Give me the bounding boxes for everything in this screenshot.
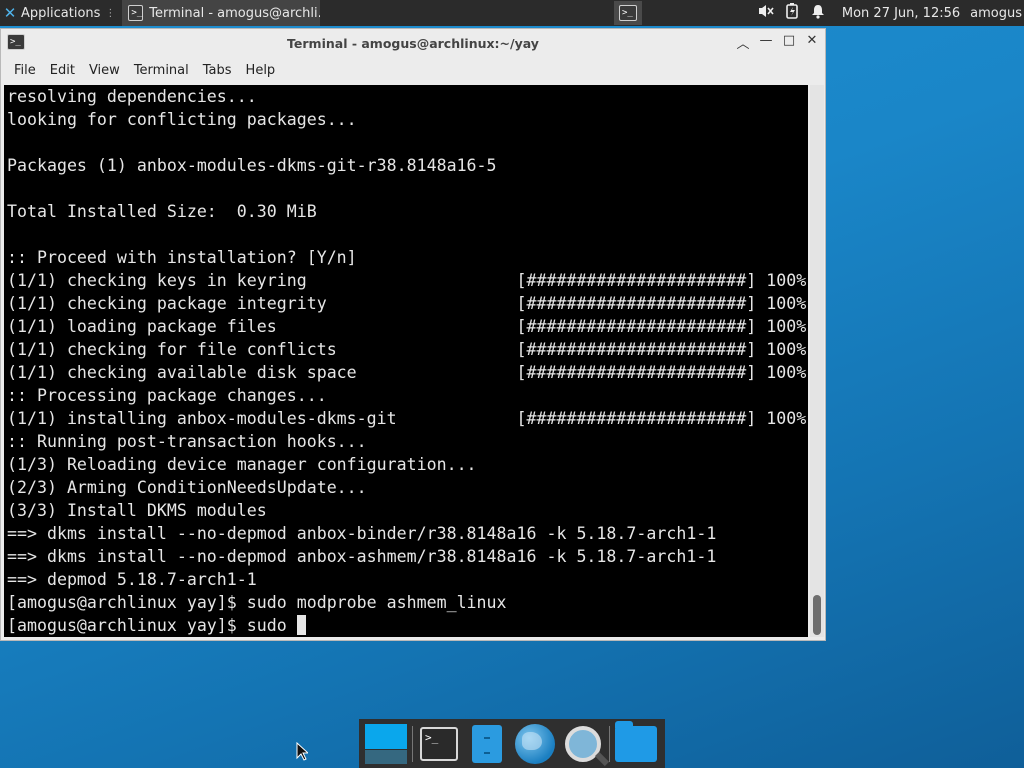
- terminal-icon: >_: [128, 5, 144, 21]
- dock-home-folder[interactable]: [612, 720, 660, 767]
- vertical-scrollbar[interactable]: [810, 85, 824, 637]
- close-button[interactable]: ✕: [805, 33, 819, 52]
- terminal-line: looking for conflicting packages...: [7, 110, 357, 129]
- terminal-prompt-text: [amogus@archlinux yay]$ sudo: [7, 616, 297, 635]
- menu-help[interactable]: Help: [239, 63, 283, 78]
- taskbar-terminal-label: Terminal - amogus@archli...: [149, 5, 321, 21]
- menu-file[interactable]: File: [7, 63, 43, 78]
- terminal-icon: >_: [619, 5, 637, 21]
- terminal-line: (1/3) Reloading device manager configura…: [7, 455, 477, 474]
- terminal-line: (1/1) loading package files [###########…: [7, 317, 807, 336]
- text-cursor: [296, 615, 306, 635]
- maximize-button[interactable]: □: [782, 33, 796, 52]
- terminal-line: :: Processing package changes...: [7, 386, 327, 405]
- dock-web-browser[interactable]: [511, 721, 559, 767]
- applications-label: Applications: [21, 5, 101, 21]
- terminal-line: ==> dkms install --no-depmod anbox-binde…: [7, 524, 717, 543]
- window-controls: ︿ — □ ✕: [736, 33, 819, 52]
- dock-app-finder[interactable]: [559, 721, 607, 767]
- menu-terminal[interactable]: Terminal: [127, 63, 196, 78]
- terminal-line: resolving dependencies...: [7, 87, 257, 106]
- terminal-line: (1/1) checking package integrity [######…: [7, 294, 807, 313]
- terminal-output[interactable]: resolving dependencies... looking for co…: [4, 85, 808, 637]
- menu-bar: File Edit View Terminal Tabs Help: [1, 57, 825, 83]
- battery-icon[interactable]: [784, 3, 800, 23]
- terminal-line: (1/1) checking keys in keyring [########…: [7, 271, 807, 290]
- dock-file-manager-cabinet[interactable]: [463, 721, 511, 767]
- volume-muted-icon[interactable]: [758, 4, 774, 22]
- terminal-line: :: Proceed with installation? [Y/n]: [7, 248, 357, 267]
- clock[interactable]: Mon 27 Jun, 12:56: [842, 6, 960, 21]
- system-tray: Mon 27 Jun, 12:56 amogus: [758, 0, 1024, 26]
- terminal-line: (1/1) installing anbox-modules-dkms-git …: [7, 409, 807, 428]
- menu-edit[interactable]: Edit: [43, 63, 82, 78]
- web-browser-icon: [515, 723, 555, 764]
- applications-menu-button[interactable]: ✕ Applications ⋮: [0, 0, 119, 26]
- bell-icon[interactable]: [810, 4, 826, 23]
- menu-tabs[interactable]: Tabs: [196, 63, 239, 78]
- top-panel: ✕ Applications ⋮ >_ Terminal - amogus@ar…: [0, 0, 1024, 26]
- terminal-line: (1/1) checking available disk space [###…: [7, 363, 807, 382]
- terminal-icon: >_: [420, 726, 458, 761]
- window-titlebar[interactable]: >_ Terminal - amogus@archlinux:~/yay ︿ —…: [1, 29, 825, 57]
- terminal-line: :: Running post-transaction hooks...: [7, 432, 367, 451]
- terminal-line: ==> depmod 5.18.7-arch1-1: [7, 570, 257, 589]
- dock: >_: [359, 719, 665, 768]
- folder-icon: [615, 720, 657, 762]
- terminal-window: >_ Terminal - amogus@archlinux:~/yay ︿ —…: [0, 28, 826, 641]
- file-cabinet-icon: [472, 724, 502, 763]
- taskbar-terminal-button[interactable]: >_ Terminal - amogus@archli...: [122, 0, 321, 26]
- dock-show-desktop[interactable]: [362, 721, 410, 767]
- search-icon: [565, 725, 601, 762]
- terminal-line: Total Installed Size: 0.30 MiB: [7, 202, 317, 221]
- user-menu[interactable]: amogus: [970, 6, 1022, 21]
- panel-terminal-launcher[interactable]: >_: [614, 1, 642, 25]
- dock-terminal[interactable]: >_: [415, 721, 463, 767]
- xfce-icon: ✕: [3, 4, 17, 22]
- terminal-line: (3/3) Install DKMS modules: [7, 501, 267, 520]
- minimize-button[interactable]: —: [759, 33, 773, 52]
- window-title: Terminal - amogus@archlinux:~/yay: [287, 35, 539, 51]
- dock-separator: [609, 725, 610, 762]
- terminal-line: ==> dkms install --no-depmod anbox-ashme…: [7, 547, 717, 566]
- terminal-line: (1/1) checking for file conflicts [#####…: [7, 340, 807, 359]
- scrollbar-thumb[interactable]: [813, 595, 821, 635]
- menu-view[interactable]: View: [82, 63, 127, 78]
- dock-separator: [412, 725, 413, 762]
- terminal-line: [amogus@archlinux yay]$ sudo modprobe as…: [7, 593, 507, 612]
- terminal-line: Packages (1) anbox-modules-dkms-git-r38.…: [7, 156, 497, 175]
- show-desktop-icon: [365, 723, 407, 764]
- terminal-prompt-line[interactable]: [amogus@archlinux yay]$ sudo: [7, 614, 808, 637]
- panel-separator: ⋮: [105, 7, 116, 19]
- chevron-up-icon[interactable]: ︿: [736, 33, 750, 52]
- terminal-line: (2/3) Arming ConditionNeedsUpdate...: [7, 478, 367, 497]
